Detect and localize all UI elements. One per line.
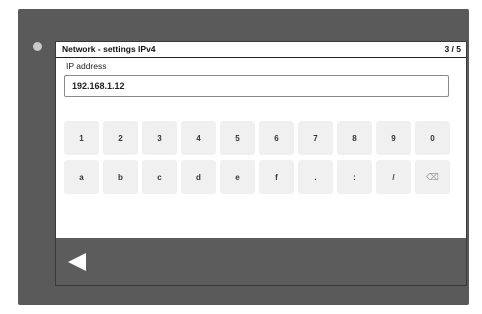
ip-address-input[interactable] [64, 75, 449, 97]
key-d[interactable]: d [181, 160, 216, 194]
title-bar: Network - settings IPv4 3 / 5 [56, 42, 466, 58]
key-5[interactable]: 5 [220, 121, 255, 155]
camera-dot [33, 42, 42, 51]
back-button[interactable] [64, 250, 92, 274]
key-0[interactable]: 0 [415, 121, 450, 155]
key-b[interactable]: b [103, 160, 138, 194]
key-7[interactable]: 7 [298, 121, 333, 155]
key-9[interactable]: 9 [376, 121, 411, 155]
key-8[interactable]: 8 [337, 121, 372, 155]
key-3[interactable]: 3 [142, 121, 177, 155]
key-c[interactable]: c [142, 160, 177, 194]
backspace-key[interactable]: ⌫ [415, 160, 450, 194]
key-2[interactable]: 2 [103, 121, 138, 155]
key-6[interactable]: 6 [259, 121, 294, 155]
touch-screen: Network - settings IPv4 3 / 5 IP address… [55, 41, 467, 286]
page-title: Network - settings IPv4 [62, 44, 156, 54]
key-1[interactable]: 1 [64, 121, 99, 155]
key-4[interactable]: 4 [181, 121, 216, 155]
key-colon[interactable]: : [337, 160, 372, 194]
back-arrow-icon [68, 253, 86, 271]
key-slash[interactable]: / [376, 160, 411, 194]
on-screen-keypad: 1 2 3 4 5 6 7 8 9 0 a b c d e f . : / ⌫ [64, 121, 454, 203]
key-f[interactable]: f [259, 160, 294, 194]
key-dot[interactable]: . [298, 160, 333, 194]
page-indicator: 3 / 5 [444, 44, 461, 54]
bottom-nav-bar [56, 238, 466, 285]
key-a[interactable]: a [64, 160, 99, 194]
key-e[interactable]: e [220, 160, 255, 194]
ip-address-label: IP address [66, 61, 107, 71]
